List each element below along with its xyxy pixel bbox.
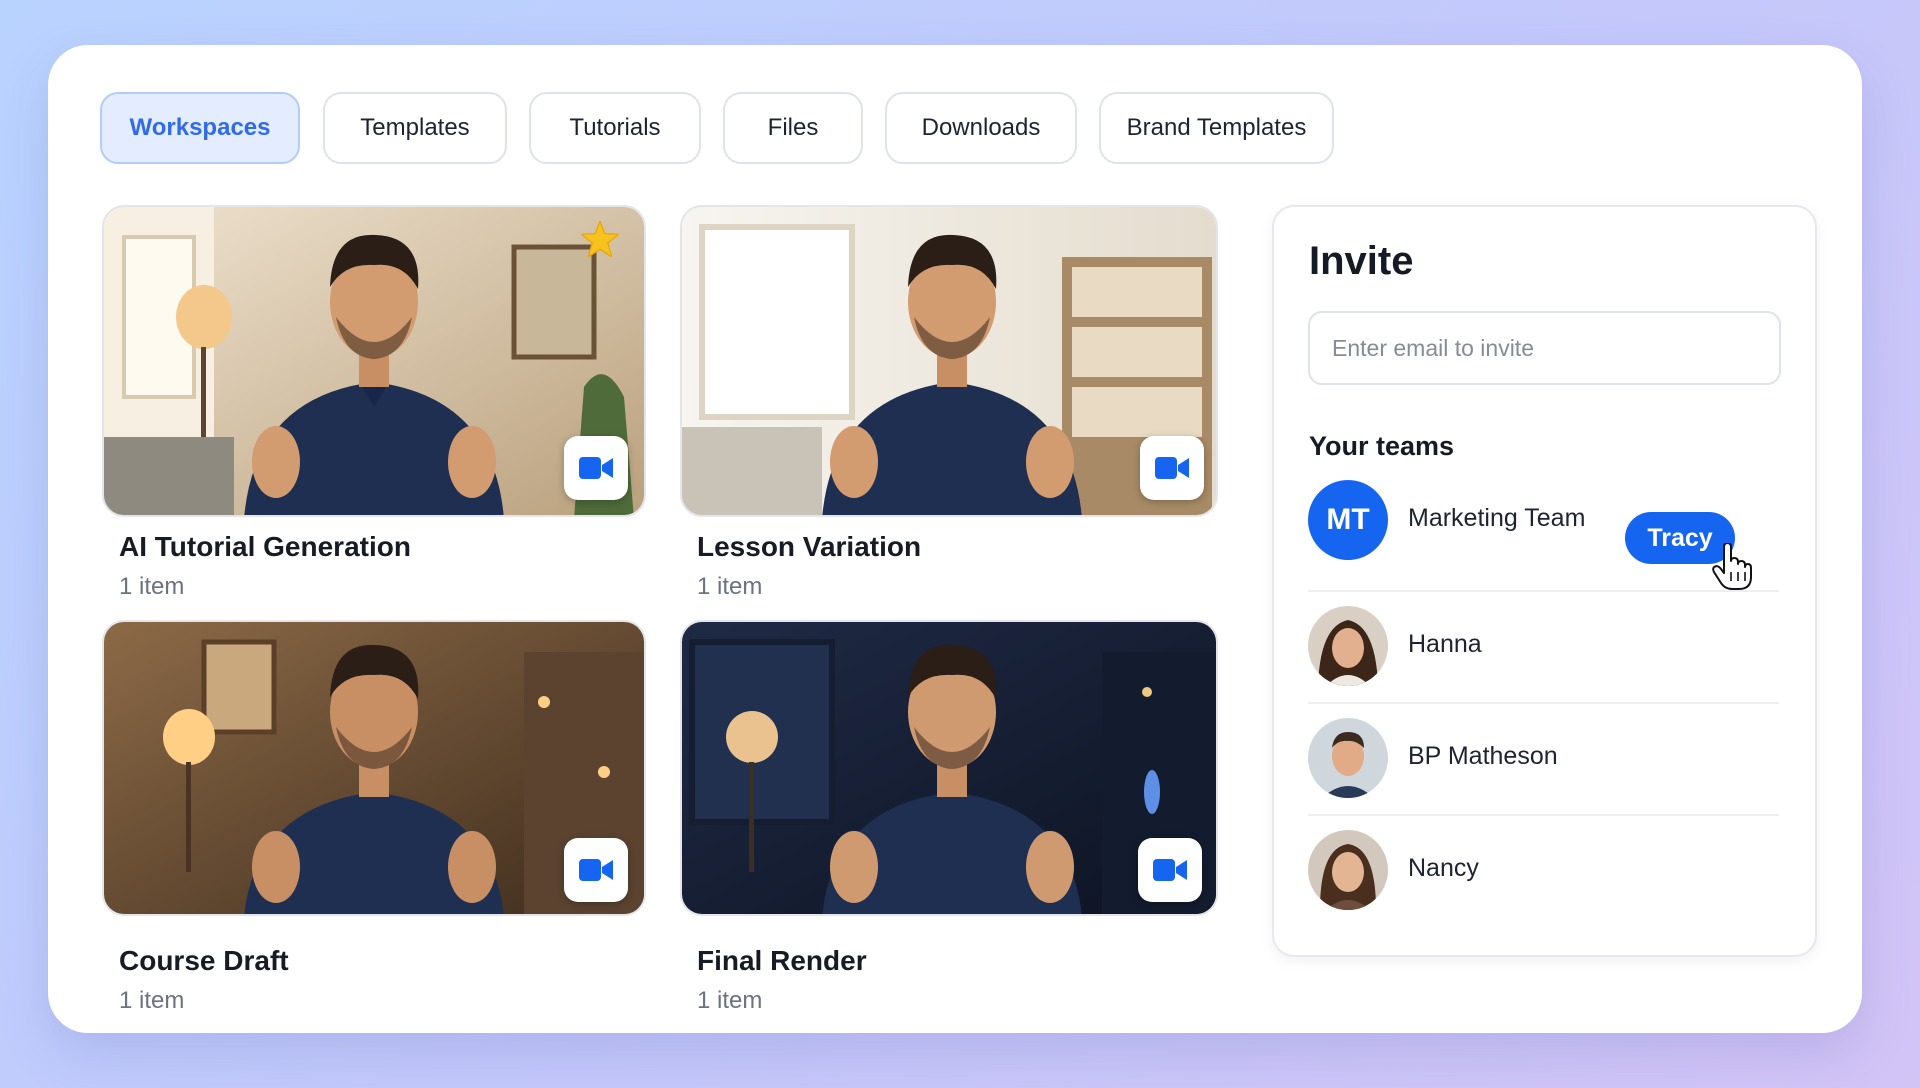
video-thumbnail[interactable] <box>680 620 1218 916</box>
workspace-title: Course Draft <box>119 945 289 976</box>
avatar <box>1308 718 1388 798</box>
app-window: Workspaces Templates Tutorials Files Dow… <box>48 45 1862 1033</box>
workspace-title: Lesson Variation <box>697 531 922 562</box>
workspace-title: Final Render <box>697 945 867 976</box>
tab-label: Brand Templates <box>1126 114 1307 141</box>
video-thumbnail[interactable] <box>102 620 646 916</box>
avatar <box>1308 830 1388 910</box>
email-invite-input[interactable] <box>1308 311 1781 385</box>
avatar <box>1308 606 1388 686</box>
tab-brand-templates[interactable]: Brand Templates <box>1099 92 1334 164</box>
tab-files[interactable]: Files <box>723 92 863 164</box>
video-thumbnail[interactable] <box>102 205 646 517</box>
workspace-card[interactable]: Lesson Variation 1 item <box>680 205 1218 600</box>
tab-tutorials[interactable]: Tutorials <box>529 92 701 164</box>
teams-heading: Your teams <box>1309 431 1455 461</box>
member-name: Hanna <box>1408 630 1482 658</box>
star-icon[interactable] <box>581 221 619 257</box>
member-name: BP Matheson <box>1408 742 1558 770</box>
avatar-initials: MT <box>1326 503 1370 536</box>
workspace-item-count: 1 item <box>697 573 763 600</box>
video-camera-icon[interactable] <box>1138 838 1202 902</box>
member-name: Nancy <box>1408 854 1479 882</box>
tab-downloads[interactable]: Downloads <box>885 92 1077 164</box>
tab-label: Workspaces <box>129 114 271 141</box>
tab-workspaces[interactable]: Workspaces <box>100 92 300 164</box>
tab-label: Templates <box>360 114 470 141</box>
member-row[interactable]: BP Matheson <box>1308 704 1779 816</box>
member-row[interactable]: Hanna <box>1308 592 1779 704</box>
tab-label: Files <box>767 114 819 141</box>
workspace-item-count: 1 item <box>697 987 763 1014</box>
workspace-title: AI Tutorial Generation <box>119 531 411 562</box>
workspace-card[interactable]: Final Render 1 item <box>680 620 1218 1014</box>
video-camera-icon[interactable] <box>1140 436 1204 500</box>
workspace-card[interactable]: AI Tutorial Generation 1 item <box>102 205 646 600</box>
tab-label: Tutorials <box>569 114 661 141</box>
tab-templates[interactable]: Templates <box>323 92 507 164</box>
tracy-button-label: Tracy <box>1647 523 1713 552</box>
avatar: MT <box>1308 480 1388 560</box>
workspace-card[interactable]: Course Draft 1 item <box>102 620 646 1014</box>
hand-cursor-icon <box>1712 543 1752 590</box>
video-camera-icon[interactable] <box>564 838 628 902</box>
tab-label: Downloads <box>921 114 1041 141</box>
invite-panel: Invite Your teams MT Marketing Team Hann… <box>1272 205 1817 957</box>
member-row[interactable]: Nancy <box>1308 816 1779 928</box>
invite-title: Invite <box>1309 239 1414 283</box>
workspace-item-count: 1 item <box>119 987 185 1014</box>
video-camera-icon[interactable] <box>564 436 628 500</box>
video-thumbnail[interactable] <box>680 205 1218 517</box>
workspace-item-count: 1 item <box>119 573 185 600</box>
team-name: Marketing Team <box>1408 504 1586 532</box>
